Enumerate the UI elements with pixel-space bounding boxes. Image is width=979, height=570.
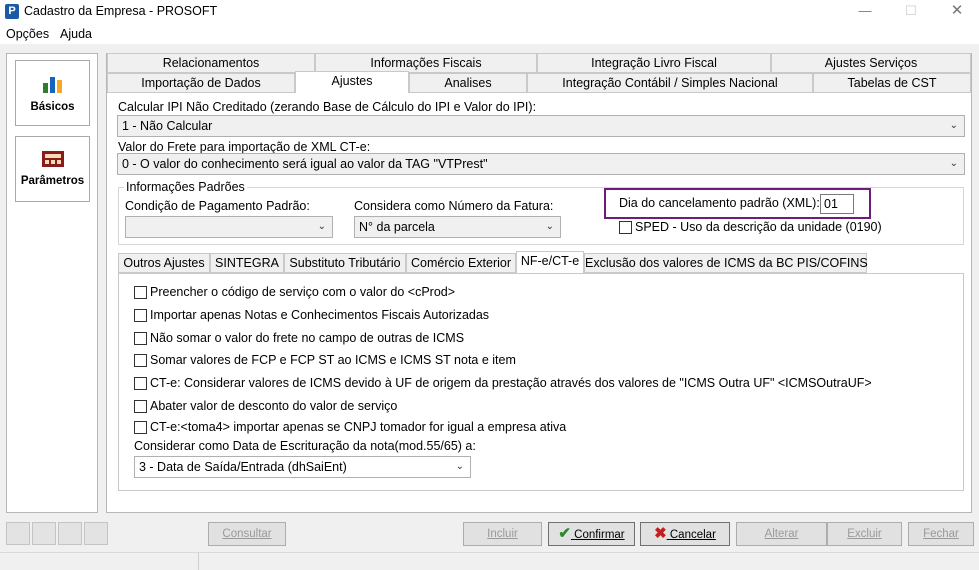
confirmar-label: Confirmar (574, 529, 625, 541)
checkbox-abater-desconto[interactable] (134, 400, 147, 413)
sidebar-item-basicos[interactable]: Básicos (15, 60, 90, 126)
alterar-button[interactable]: Alterar (736, 522, 827, 546)
cancelar-label: Cancelar (669, 529, 716, 541)
fatura-select-value: N° da parcela (359, 220, 435, 234)
info-group-title: Informações Padrões (124, 180, 247, 194)
cancel-label: Dia do cancelamento padrão (XML): (619, 196, 820, 210)
chevron-down-icon: ⌄ (949, 158, 958, 169)
checkbox-label: Somar valores de FCP e FCP ST ao ICMS e … (150, 353, 516, 367)
escrituracao-select-value: 3 - Data de Saída/Entrada (dhSaiEnt) (139, 460, 347, 474)
ipi-select[interactable]: 1 - Não Calcular ⌄ (117, 115, 965, 137)
checkbox-label: Abater valor de desconto do valor de ser… (150, 399, 398, 413)
tab-integracao-contabil[interactable]: Integração Contábil / Simples Nacional (527, 73, 813, 93)
sidebar-item-label: Parâmetros (20, 175, 85, 187)
menu-ajuda[interactable]: Ajuda (60, 27, 92, 41)
checkbox-label: CT-e:<toma4> importar apenas se CNPJ tom… (150, 420, 567, 434)
fechar-button[interactable]: Fechar (908, 522, 974, 546)
consultar-button[interactable]: Consultar (208, 522, 286, 546)
subtab-nfe-cte[interactable]: NF-e/CT-e (516, 251, 584, 273)
tab-relacionamentos[interactable]: Relacionamentos (107, 53, 315, 73)
confirmar-button[interactable]: ✔ Confirmar (548, 522, 635, 546)
checkbox-label: Preencher o código de serviço com o valo… (150, 285, 456, 299)
menu-opcoes[interactable]: Opções (6, 27, 49, 41)
close-icon[interactable]: ✕ (934, 0, 979, 24)
fatura-label: Considera como Número da Fatura: (354, 199, 554, 213)
sidebar-item-parametros[interactable]: Parâmetros (15, 136, 90, 202)
subtab-outros-ajustes[interactable]: Outros Ajustes (118, 253, 210, 273)
frete-select-value: 0 - O valor do conhecimento será igual a… (122, 157, 488, 171)
tab-analises[interactable]: Analises (409, 73, 527, 93)
subtab-sintegra[interactable]: SINTEGRA (210, 253, 284, 273)
chevron-down-icon: ⌄ (545, 221, 554, 232)
check-icon: ✔ (558, 525, 571, 542)
menu-bar (0, 24, 979, 44)
condicao-select[interactable]: ⌄ (125, 216, 333, 238)
sped-label: SPED - Uso da descrição da unidade (0190… (635, 220, 882, 234)
nav-first-button[interactable] (6, 522, 30, 545)
sped-checkbox[interactable] (619, 221, 632, 234)
checkbox-somar-fcp[interactable] (134, 354, 147, 367)
checkbox-label: Importar apenas Notas e Conhecimentos Fi… (150, 308, 490, 322)
checkbox-importar-autorizadas[interactable] (134, 309, 147, 322)
tab-ajustes-servicos[interactable]: Ajustes Serviços (771, 53, 971, 73)
tab-ajustes[interactable]: Ajustes (295, 71, 409, 93)
bar-chart-icon (42, 77, 62, 93)
sidebar-item-label: Básicos (30, 101, 75, 113)
checkbox-nao-somar-frete[interactable] (134, 332, 147, 345)
chevron-down-icon: ⌄ (455, 461, 464, 472)
excluir-button[interactable]: Excluir (827, 522, 902, 546)
status-divider (198, 553, 199, 570)
subtab-substituto-tributario[interactable]: Substituto Tributário (284, 253, 406, 273)
chevron-down-icon: ⌄ (949, 120, 958, 131)
tab-tabelas-cst[interactable]: Tabelas de CST (813, 73, 971, 93)
tab-informacoes-fiscais[interactable]: Informações Fiscais (315, 53, 537, 73)
incluir-button[interactable]: Incluir (463, 522, 542, 546)
chevron-down-icon: ⌄ (317, 221, 326, 232)
app-icon: P (5, 4, 19, 19)
tab-integracao-livro-fiscal[interactable]: Integração Livro Fiscal (537, 53, 771, 73)
calculator-icon (41, 151, 64, 167)
ipi-label: Calcular IPI Não Creditado (zerando Base… (118, 100, 537, 114)
nav-last-button[interactable] (84, 522, 108, 545)
fatura-select[interactable]: N° da parcela ⌄ (354, 216, 561, 238)
cancel-day-input[interactable]: 01 (820, 194, 854, 214)
maximize-icon[interactable]: ☐ (888, 0, 934, 24)
escrituracao-select[interactable]: 3 - Data de Saída/Entrada (dhSaiEnt) ⌄ (134, 456, 471, 478)
x-icon: ✖ (654, 525, 667, 542)
subtab-exclusao-icms[interactable]: Exclusão dos valores de ICMS da BC PIS/C… (584, 253, 868, 273)
frete-select[interactable]: 0 - O valor do conhecimento será igual a… (117, 153, 965, 175)
checkbox-label: Não somar o valor do frete no campo de o… (150, 331, 465, 345)
tab-importacao-dados[interactable]: Importação de Dados (107, 73, 295, 93)
subtab-comercio-exterior[interactable]: Comércio Exterior (406, 253, 516, 273)
window-title: Cadastro da Empresa - PROSOFT (24, 4, 218, 18)
nav-prev-button[interactable] (32, 522, 56, 545)
status-bar (0, 552, 979, 570)
condicao-label: Condição de Pagamento Padrão: (125, 199, 310, 213)
ipi-select-value: 1 - Não Calcular (122, 119, 213, 133)
minimize-icon[interactable]: — (842, 0, 888, 24)
escrituracao-label: Considerar como Data de Escrituração da … (134, 439, 476, 453)
checkbox-preencher-codigo[interactable] (134, 286, 147, 299)
nav-next-button[interactable] (58, 522, 82, 545)
checkbox-cte-toma4[interactable] (134, 421, 147, 434)
checkbox-label: CT-e: Considerar valores de ICMS devido … (150, 376, 872, 390)
frete-label: Valor do Frete para importação de XML CT… (118, 140, 371, 154)
checkbox-cte-icms-outra-uf[interactable] (134, 377, 147, 390)
cancelar-button[interactable]: ✖ Cancelar (640, 522, 730, 546)
